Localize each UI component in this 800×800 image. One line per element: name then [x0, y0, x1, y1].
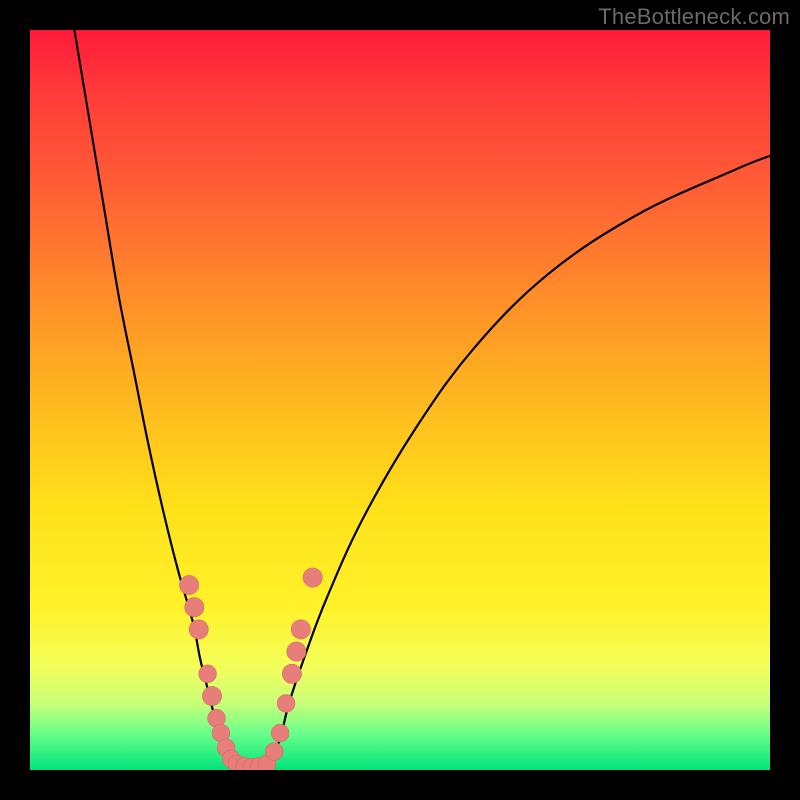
chart-svg	[30, 30, 770, 770]
left-curve-path	[74, 30, 237, 770]
data-marker	[287, 642, 306, 661]
data-marker	[271, 724, 289, 742]
data-marker	[277, 695, 295, 713]
plot-area	[30, 30, 770, 770]
data-marker	[282, 664, 301, 683]
data-marker	[265, 743, 283, 761]
watermark-text: TheBottleneck.com	[598, 4, 790, 30]
data-marker	[179, 575, 198, 594]
data-marker	[189, 620, 208, 639]
chart-frame: TheBottleneck.com	[0, 0, 800, 800]
data-marker	[202, 686, 221, 705]
data-marker	[291, 620, 310, 639]
data-marker	[303, 568, 322, 587]
data-marker	[199, 665, 217, 683]
right-curve-path	[267, 156, 770, 770]
data-marker	[185, 598, 204, 617]
